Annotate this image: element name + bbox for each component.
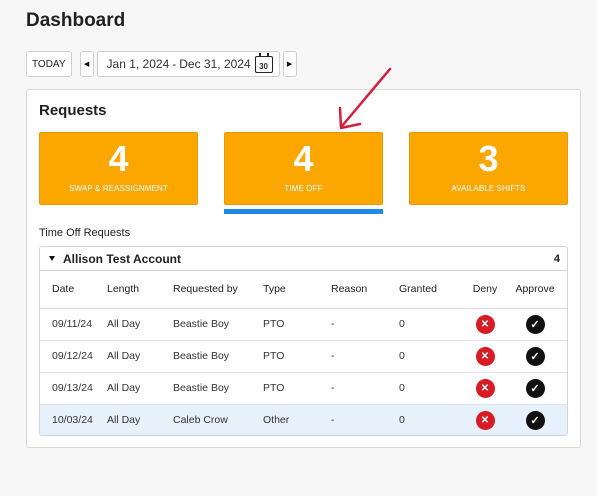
cell-granted: 0: [399, 404, 467, 435]
column-header-approve: Approve: [503, 271, 567, 309]
column-header-reason[interactable]: Reason: [331, 271, 399, 309]
deny-button[interactable]: ✕: [475, 410, 495, 430]
caret-right-icon: ▶: [286, 61, 293, 68]
card-available-shifts[interactable]: 3 AVAILABLE SHIFTS: [409, 132, 568, 205]
time-off-table: Date Length Requested by Type Reason Gra…: [40, 271, 567, 435]
requests-panel: Requests 4 SWAP & REASSIGNMENT 4 TIME OF…: [26, 89, 581, 448]
column-header-date[interactable]: Date: [40, 271, 107, 309]
approve-button[interactable]: ✓: [525, 314, 545, 334]
cell-reason: -: [331, 372, 399, 405]
deny-button[interactable]: ✕: [475, 346, 495, 366]
card-swap-reassignment[interactable]: 4 SWAP & REASSIGNMENT: [39, 132, 198, 205]
cell-date: 09/12/24: [40, 340, 107, 373]
previous-range-button[interactable]: ◀: [79, 51, 94, 77]
cell-granted: 0: [399, 340, 467, 373]
cell-reason: -: [331, 340, 399, 373]
cell-requested-by: Caleb Crow: [173, 404, 263, 435]
check-circle-icon: ✓: [530, 414, 540, 427]
card-label: SWAP & REASSIGNMENT: [69, 184, 168, 193]
cell-type: PTO: [263, 308, 331, 341]
approve-button[interactable]: ✓: [525, 378, 545, 398]
table-row[interactable]: 09/13/24 All Day Beastie Boy PTO - 0 ✕ ✓: [40, 372, 567, 405]
cell-length: All Day: [107, 308, 173, 341]
range-separator: -: [172, 57, 177, 71]
annotation-arrow-icon: [338, 67, 392, 130]
table-row[interactable]: 09/11/24 All Day Beastie Boy PTO - 0 ✕ ✓: [40, 308, 567, 341]
card-count: 4: [108, 138, 129, 179]
x-circle-icon: ✕: [480, 382, 490, 394]
column-header-type[interactable]: Type: [263, 271, 331, 309]
column-header-deny: Deny: [467, 271, 503, 309]
cell-reason: -: [331, 404, 399, 435]
today-button[interactable]: TODAY: [26, 51, 72, 77]
check-circle-icon: ✓: [530, 350, 540, 363]
card-count: 4: [293, 138, 314, 179]
cell-length: All Day: [107, 372, 173, 405]
card-label: AVAILABLE SHIFTS: [451, 184, 526, 193]
table-row[interactable]: 10/03/24 All Day Caleb Crow Other - 0 ✕ …: [40, 404, 567, 435]
account-name: Allison Test Account: [63, 251, 182, 266]
calendar-icon[interactable]: 30: [254, 53, 273, 73]
page-title: Dashboard: [26, 10, 126, 31]
column-header-requested-by[interactable]: Requested by: [173, 271, 263, 309]
range-end-date: Dec 31, 2024: [179, 57, 251, 71]
check-circle-icon: ✓: [530, 318, 540, 331]
cell-requested-by: Beastie Boy: [173, 308, 263, 341]
cell-requested-by: Beastie Boy: [173, 340, 263, 373]
cell-type: PTO: [263, 340, 331, 373]
deny-button[interactable]: ✕: [475, 378, 495, 398]
range-start-date: Jan 1, 2024: [106, 57, 170, 71]
approve-button[interactable]: ✓: [525, 410, 545, 430]
table-header-row: Date Length Requested by Type Reason Gra…: [40, 271, 567, 309]
cell-type: Other: [263, 404, 331, 435]
column-header-length[interactable]: Length: [107, 271, 173, 309]
requests-title: Requests: [39, 102, 107, 119]
table-row[interactable]: 09/12/24 All Day Beastie Boy PTO - 0 ✕ ✓: [40, 340, 567, 373]
cell-date: 09/11/24: [40, 308, 107, 341]
cell-length: All Day: [107, 340, 173, 373]
deny-button[interactable]: ✕: [475, 314, 495, 334]
card-time-off[interactable]: 4 TIME OFF: [224, 132, 383, 205]
account-header[interactable]: Allison Test Account 4: [40, 247, 567, 271]
column-header-granted[interactable]: Granted: [399, 271, 467, 309]
x-circle-icon: ✕: [480, 350, 490, 362]
cell-date: 10/03/24: [40, 404, 107, 435]
caret-down-icon[interactable]: [49, 256, 55, 261]
date-range-toolbar: TODAY ◀ Jan 1, 2024 - Dec 31, 2024 30 ▶: [26, 51, 297, 77]
account-request-count: 4: [553, 253, 560, 265]
caret-left-icon: ◀: [83, 61, 90, 68]
cell-reason: -: [331, 308, 399, 341]
active-card-indicator: [224, 209, 383, 214]
cell-requested-by: Beastie Boy: [173, 372, 263, 405]
cell-date: 09/13/24: [40, 372, 107, 405]
date-range-picker[interactable]: Jan 1, 2024 - Dec 31, 2024 30: [96, 51, 280, 77]
cell-granted: 0: [399, 308, 467, 341]
next-range-button[interactable]: ▶: [282, 51, 297, 77]
cell-length: All Day: [107, 404, 173, 435]
account-group: Allison Test Account 4 Date Length Reque…: [39, 246, 568, 436]
approve-button[interactable]: ✓: [525, 346, 545, 366]
time-off-requests-label: Time Off Requests: [39, 227, 131, 239]
x-circle-icon: ✕: [480, 414, 490, 426]
x-circle-icon: ✕: [480, 318, 490, 330]
card-count: 3: [478, 138, 499, 179]
card-label: TIME OFF: [284, 184, 323, 193]
cell-type: PTO: [263, 372, 331, 405]
cell-granted: 0: [399, 372, 467, 405]
check-circle-icon: ✓: [530, 382, 540, 395]
